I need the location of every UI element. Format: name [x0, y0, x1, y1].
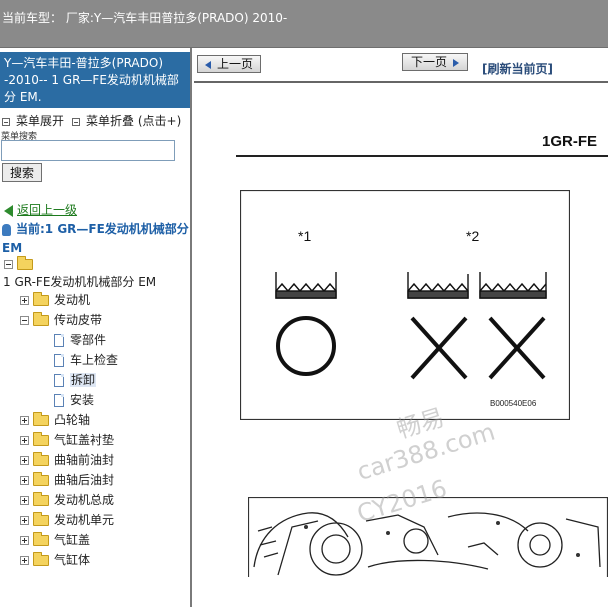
- page-icon: [54, 374, 64, 387]
- arrow-right-icon: [453, 58, 459, 67]
- figure-code: B000540E06: [490, 399, 537, 408]
- tree-item-label: 气缸盖衬垫: [54, 433, 115, 447]
- tree-item-engine-assembly[interactable]: 发动机总成: [20, 491, 114, 509]
- expand-toggle-icon[interactable]: [20, 476, 29, 485]
- tree-item-drive-belt[interactable]: 传动皮带: [20, 311, 102, 329]
- tree-item-label: 凸轮轴: [54, 413, 91, 427]
- tree-item-label: 气缸体: [54, 553, 91, 567]
- top-bar: 当前车型： 厂家:Y—汽车丰田普拉多(PRADO) 2010-: [0, 0, 608, 48]
- figure-mark-2: *2: [466, 228, 480, 244]
- tree-item-rear-crank-seal[interactable]: 曲轴后油封: [20, 471, 114, 489]
- folder-icon: [33, 512, 49, 526]
- tree-item-label: 1 GR-FE发动机机械部分 EM: [3, 275, 157, 289]
- current-model-text: 当前车型： 厂家:Y—汽车丰田普拉多(PRADO) 2010-: [2, 11, 288, 25]
- tree-item-label: 气缸盖: [54, 533, 91, 547]
- folder-open-icon: [33, 312, 49, 326]
- folder-icon: [33, 552, 49, 566]
- tree-item-on-vehicle-inspection[interactable]: 车上检查: [54, 351, 118, 369]
- expand-toggle-icon[interactable]: [20, 556, 29, 565]
- tree-item-label: 拆卸: [70, 373, 97, 387]
- tree-item-cylinder-head[interactable]: 气缸盖: [20, 531, 90, 549]
- tree-item-label: 安装: [70, 393, 95, 407]
- tree-item-cylinder-block[interactable]: 气缸体: [20, 551, 90, 569]
- page-icon: [54, 394, 64, 407]
- collapse-toggle-icon: [4, 260, 13, 269]
- location-pin-icon: [2, 223, 11, 236]
- belt-installation-figure: [240, 190, 570, 420]
- search-button[interactable]: 搜索: [2, 163, 42, 182]
- sidebar-header: Y—汽车丰田-普拉多(PRADO) -2010-- 1 GR—FE发动机机械部分…: [0, 52, 190, 108]
- back-link-label: 返回上一级: [17, 203, 78, 217]
- folder-icon: [33, 532, 49, 546]
- expand-toggle-icon[interactable]: [20, 416, 29, 425]
- expand-toggle-icon[interactable]: [20, 296, 29, 305]
- expand-toggle-icon[interactable]: [20, 456, 29, 465]
- tree-item-label: 发动机单元: [54, 513, 115, 527]
- tree-root-toggle[interactable]: [4, 255, 38, 273]
- expand-toggle-icon[interactable]: [20, 436, 29, 445]
- folder-icon: [33, 292, 49, 306]
- page-icon: [54, 334, 64, 347]
- tree-item-label: 发动机: [54, 293, 91, 307]
- tree-item-engine[interactable]: 发动机: [20, 291, 90, 309]
- tree-item-installation[interactable]: 安装: [54, 391, 94, 409]
- folder-icon: [33, 492, 49, 506]
- folder-icon: [33, 412, 49, 426]
- heading-rule: [236, 155, 608, 157]
- expand-toggle-icon[interactable]: [20, 536, 29, 545]
- folder-icon: [33, 472, 49, 486]
- tree-item-label: 车上检查: [70, 353, 119, 367]
- tree-item-label: 零部件: [70, 333, 107, 347]
- tree-item-label: 曲轴后油封: [54, 473, 115, 487]
- prev-page-button[interactable]: 上一页: [197, 55, 261, 73]
- menu-controls: 菜单展开 菜单折叠 (点击+): [2, 112, 181, 129]
- sidebar: Y—汽车丰田-普拉多(PRADO) -2010-- 1 GR—FE发动机机械部分…: [0, 48, 192, 607]
- tree-item-root[interactable]: 1 GR-FE发动机机械部分 EM: [3, 273, 156, 291]
- tree-item-label: 曲轴前油封: [54, 453, 115, 467]
- folder-icon: [33, 432, 49, 446]
- folder-icon: [33, 452, 49, 466]
- current-location: 当前:1 GR—FE发动机机械部分 EM: [2, 220, 190, 258]
- expand-all-icon: [2, 117, 10, 126]
- tree-item-components[interactable]: 零部件: [54, 331, 106, 349]
- next-page-label: 下一页: [410, 55, 447, 69]
- next-page-button[interactable]: 下一页: [402, 53, 468, 71]
- tree-item-label: 发动机总成: [54, 493, 115, 507]
- menu-expand-control[interactable]: 菜单展开: [2, 114, 64, 128]
- tree-item-camshaft[interactable]: 凸轮轴: [20, 411, 90, 429]
- prev-page-label: 上一页: [216, 57, 253, 71]
- refresh-page-link[interactable]: [刷新当前页]: [482, 60, 553, 77]
- engine-illustration: [248, 497, 608, 577]
- tree-item-removal[interactable]: 拆卸: [54, 371, 97, 389]
- folder-open-icon: [17, 256, 33, 270]
- page-toolbar: 上一页 下一页 [刷新当前页]: [194, 48, 608, 83]
- tree-item-front-crank-seal[interactable]: 曲轴前油封: [20, 451, 114, 469]
- menu-search-input[interactable]: [1, 140, 175, 161]
- menu-collapse-control[interactable]: 菜单折叠 (点击+): [72, 114, 181, 128]
- back-arrow-icon: [4, 204, 13, 217]
- collapse-toggle-icon[interactable]: [20, 316, 29, 325]
- menu-collapse-label: 菜单折叠 (点击+): [86, 114, 182, 128]
- tree-item-label: 传动皮带: [54, 313, 103, 327]
- menu-expand-label: 菜单展开: [16, 114, 65, 128]
- current-location-label: 当前:1 GR—FE发动机机械部分 EM: [2, 222, 189, 255]
- figure-mark-1: *1: [298, 228, 312, 244]
- collapse-all-icon: [72, 117, 81, 126]
- content-pane: 上一页 下一页 [刷新当前页] 1GR-FE *1 *2 B000540E06: [194, 48, 608, 607]
- tree-item-cylinder-head-gasket[interactable]: 气缸盖衬垫: [20, 431, 114, 449]
- arrow-left-icon: [204, 60, 211, 69]
- expand-toggle-icon[interactable]: [20, 516, 29, 525]
- page-icon: [54, 354, 64, 367]
- doc-heading: 1GR-FE: [542, 133, 598, 150]
- back-link[interactable]: 返回上一级: [4, 201, 77, 218]
- expand-toggle-icon[interactable]: [20, 496, 29, 505]
- tree-item-engine-unit[interactable]: 发动机单元: [20, 511, 114, 529]
